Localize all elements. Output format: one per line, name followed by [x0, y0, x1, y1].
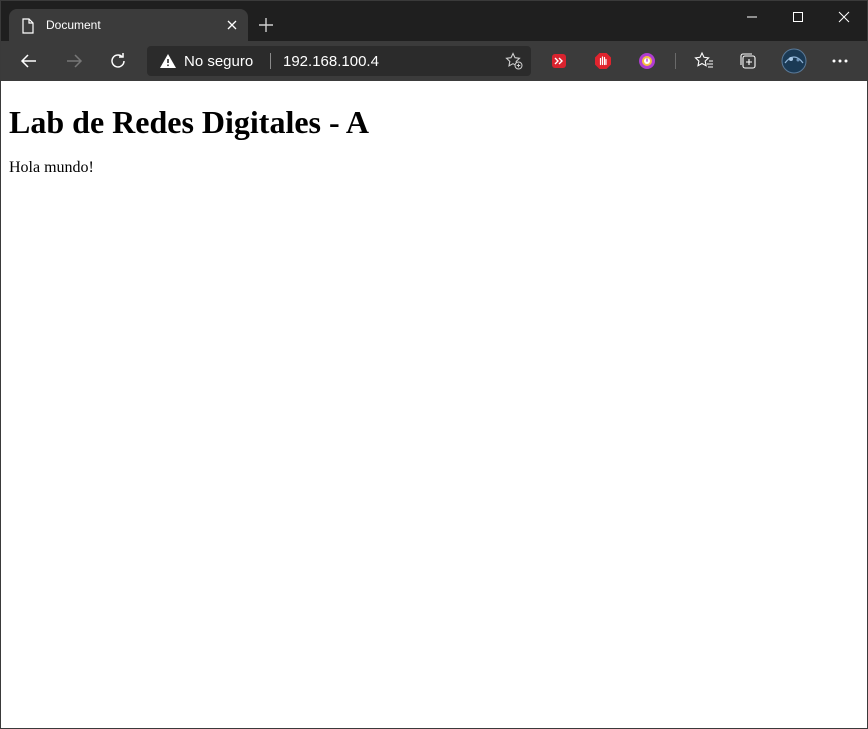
minimize-icon[interactable] — [729, 1, 775, 33]
more-icon[interactable] — [828, 49, 852, 73]
add-favorite-icon[interactable] — [505, 52, 523, 75]
page-paragraph: Hola mundo! — [9, 159, 94, 176]
warning-icon[interactable] — [159, 53, 177, 74]
close-window-icon[interactable] — [821, 1, 867, 33]
extension-red-icon[interactable] — [547, 49, 571, 73]
browser-window: Document No seguro 192.168.100.4 Lab de … — [0, 0, 868, 729]
security-status-text[interactable]: No seguro — [184, 53, 253, 70]
back-arrow-icon[interactable] — [17, 49, 41, 73]
toolbar-divider — [675, 53, 676, 69]
extension-purple-icon[interactable] — [635, 49, 659, 73]
plus-icon[interactable] — [257, 16, 275, 34]
close-icon[interactable] — [224, 17, 240, 33]
toolbar: No seguro 192.168.100.4 — [1, 41, 867, 81]
page-heading: Lab de Redes Digitales - A — [9, 104, 369, 140]
extension-hand-icon[interactable] — [591, 49, 615, 73]
forward-arrow-icon[interactable] — [62, 49, 86, 73]
refresh-icon[interactable] — [106, 49, 130, 73]
maximize-icon[interactable] — [775, 1, 821, 33]
address-separator — [270, 53, 271, 69]
tab-title: Document — [46, 18, 101, 32]
profile-avatar[interactable] — [780, 47, 808, 75]
favorites-icon[interactable] — [692, 49, 716, 73]
page-content: Lab de Redes Digitales - A Hola mundo! — [1, 81, 867, 728]
tab-bar: Document — [1, 1, 867, 41]
collections-icon[interactable] — [736, 49, 760, 73]
address-bar[interactable]: No seguro 192.168.100.4 — [147, 46, 531, 76]
tab-document[interactable]: Document — [9, 9, 248, 41]
page-icon — [21, 18, 35, 39]
url-text[interactable]: 192.168.100.4 — [283, 53, 379, 70]
